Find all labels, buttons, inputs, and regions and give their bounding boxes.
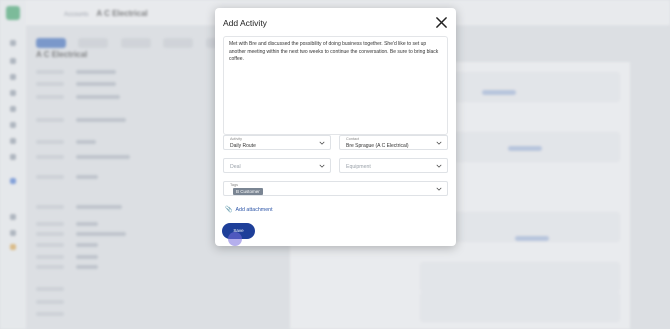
nav-icon (10, 74, 16, 80)
account-name: A C Electrical (96, 9, 148, 18)
chevron-down-icon (436, 163, 442, 169)
nav-icon (10, 154, 16, 160)
nav-icon (10, 90, 16, 96)
nav-icon (10, 244, 16, 250)
nav-icon (10, 40, 16, 46)
nav-icon (10, 230, 16, 236)
app-logo (6, 6, 20, 20)
add-attachment-link[interactable]: 📎 Add attachment (225, 206, 273, 213)
activity-value: Daily Route (230, 143, 256, 149)
page-title: A C Electrical (36, 50, 88, 59)
activity-label: Activity (230, 137, 243, 141)
tags-label: Tags (230, 182, 239, 187)
notes-textarea[interactable]: Met with Bre and discussed the possibili… (223, 36, 448, 135)
chevron-down-icon (436, 140, 442, 146)
equipment-placeholder: Equipment (346, 164, 371, 170)
tab (163, 38, 194, 48)
nav-icon (10, 58, 16, 64)
paperclip-icon: 📎 (225, 207, 233, 213)
tag-chip[interactable]: B Customer (233, 188, 263, 195)
app-sidebar (0, 0, 26, 329)
nav-icon (10, 138, 16, 144)
chevron-down-icon (319, 140, 325, 146)
close-icon[interactable] (435, 16, 448, 29)
contact-value: Bre Sprague (A C Electrical) (346, 143, 409, 149)
nav-icon (10, 106, 16, 112)
dialog-title: Add Activity (223, 18, 267, 28)
chevron-down-icon (319, 163, 325, 169)
add-attachment-label: Add attachment (235, 207, 273, 213)
tab (78, 38, 109, 48)
tab (120, 38, 151, 48)
activity-select[interactable]: Activity Daily Route (223, 135, 331, 150)
tags-select[interactable]: Tags B Customer (223, 181, 448, 196)
nav-icon (10, 122, 16, 128)
tab (36, 38, 66, 48)
contact-label: Contact (346, 137, 360, 141)
nav-icon (10, 178, 16, 184)
equipment-select[interactable]: Equipment (339, 158, 448, 173)
nav-icon (10, 214, 16, 220)
chevron-down-icon (436, 186, 442, 192)
deal-select[interactable]: Deal (223, 158, 331, 173)
deal-placeholder: Deal (230, 164, 241, 170)
breadcrumb: Accounts A C Electrical (64, 9, 148, 18)
add-activity-dialog: Add Activity Met with Bre and discussed … (215, 8, 456, 246)
breadcrumb-link: Accounts (64, 12, 89, 18)
contact-select[interactable]: Contact Bre Sprague (A C Electrical) (339, 135, 448, 150)
cursor-indicator (228, 232, 242, 246)
